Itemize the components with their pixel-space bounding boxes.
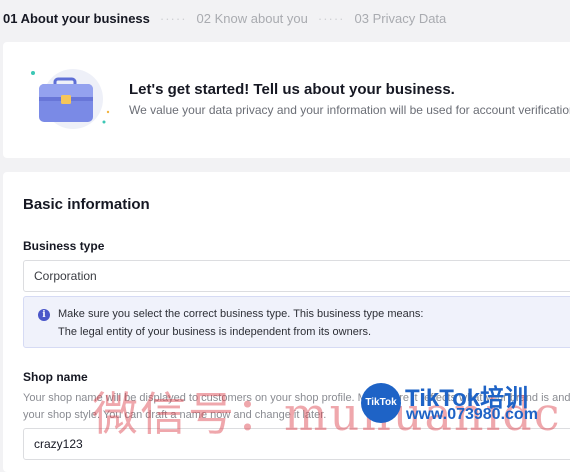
business-type-select[interactable]: Corporation bbox=[23, 260, 570, 292]
shop-name-helper: Your shop name will be displayed to cust… bbox=[23, 392, 570, 421]
info-icon: i bbox=[38, 309, 50, 321]
shop-name-label: Shop name bbox=[23, 370, 88, 384]
shop-name-input[interactable]: crazy123 bbox=[23, 428, 570, 460]
notice-line-2: The legal entity of your business is ind… bbox=[58, 326, 372, 338]
progress-stepper: 01 About your business ····· 02 Know abo… bbox=[0, 0, 570, 36]
intro-card: Let's get started! Tell us about your bu… bbox=[3, 42, 570, 158]
step-about-business[interactable]: 01 About your business bbox=[3, 11, 150, 26]
business-type-label: Business type bbox=[23, 239, 105, 253]
basic-info-card: Basic information Business type Corporat… bbox=[3, 172, 570, 472]
step-separator: ····· bbox=[317, 10, 345, 26]
step-separator: ····· bbox=[159, 10, 187, 26]
briefcase-icon bbox=[29, 62, 115, 134]
intro-title: Let's get started! Tell us about your bu… bbox=[129, 81, 455, 98]
step-know-about-you[interactable]: 02 Know about you bbox=[197, 11, 308, 26]
section-title: Basic information bbox=[23, 196, 150, 213]
step-privacy-data[interactable]: 03 Privacy Data bbox=[355, 11, 447, 26]
intro-subtitle: We value your data privacy and your info… bbox=[129, 103, 570, 117]
business-type-notice: i Make sure you select the correct busin… bbox=[23, 296, 570, 348]
notice-line-1: Make sure you select the correct busines… bbox=[58, 308, 424, 320]
